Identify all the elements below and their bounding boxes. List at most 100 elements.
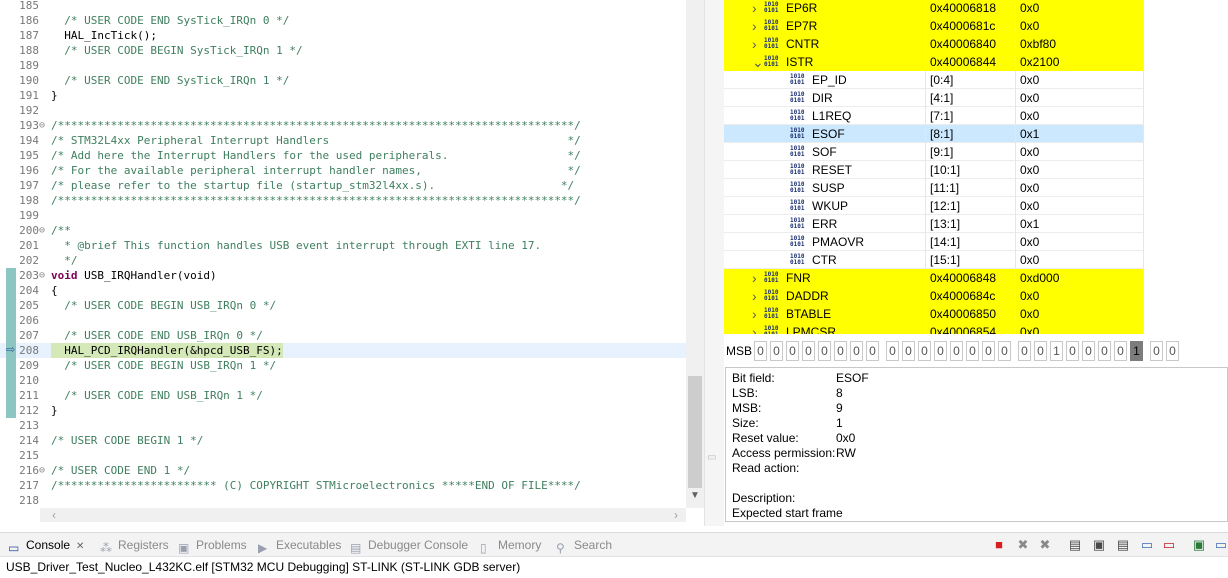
- fold-toggle-icon[interactable]: ⊖: [39, 223, 45, 238]
- show-on-output-icon[interactable]: ▭: [1138, 536, 1156, 554]
- show-on-error-icon[interactable]: ▭: [1160, 536, 1178, 554]
- remove-launch-icon[interactable]: ✖: [1014, 536, 1032, 554]
- code-text: void USB_IRQHandler(void): [51, 268, 217, 283]
- bit-cell[interactable]: 0: [934, 341, 947, 361]
- register-row[interactable]: 1010 0101 PMAOVR [14:1] 0x0: [724, 233, 1228, 251]
- close-icon[interactable]: ✕: [76, 541, 84, 552]
- register-row[interactable]: 1010 0101 CTR [15:1] 0x0: [724, 251, 1228, 269]
- register-row[interactable]: › 1010 0101 DADDR 0x4000684c 0x0: [724, 287, 1228, 305]
- expand-chevron-icon[interactable]: ›: [752, 35, 757, 53]
- bit-cell[interactable]: 0: [1114, 341, 1127, 361]
- tab-search[interactable]: ⚲ Search: [556, 536, 612, 555]
- tab-debugger-console[interactable]: ▤ Debugger Console: [350, 536, 468, 555]
- register-address: [8:1]: [926, 125, 1016, 143]
- word-wrap-icon[interactable]: ▤: [1114, 536, 1132, 554]
- expand-chevron-icon[interactable]: ›: [752, 305, 757, 323]
- register-row[interactable]: 1010 0101 ESOF [8:1] 0x1: [724, 125, 1228, 143]
- register-row[interactable]: › 1010 0101 EP6R 0x40006818 0x0: [724, 0, 1228, 17]
- bit-cell[interactable]: 1: [1130, 341, 1143, 361]
- bit-cell[interactable]: 0: [1018, 341, 1031, 361]
- bit-cell[interactable]: 0: [850, 341, 863, 361]
- detail-key: MSB:: [732, 401, 762, 415]
- register-cells: ⌄ 1010 0101 ISTR 0x40006844 0x2100: [724, 53, 1144, 71]
- register-row[interactable]: 1010 0101 SUSP [11:1] 0x0: [724, 179, 1228, 197]
- register-row[interactable]: ⌄ 1010 0101 ISTR 0x40006844 0x2100: [724, 53, 1228, 71]
- register-row[interactable]: 1010 0101 WKUP [12:1] 0x0: [724, 197, 1228, 215]
- bit-cell[interactable]: 0: [818, 341, 831, 361]
- code-editor[interactable]: 185 186 /* USER CODE END SysTick_IRQn 0 *…: [0, 0, 704, 526]
- register-row[interactable]: 1010 0101 RESET [10:1] 0x0: [724, 161, 1228, 179]
- collapse-chevron-icon[interactable]: ⌄: [752, 53, 764, 71]
- register-row[interactable]: 1010 0101 ERR [13:1] 0x1: [724, 215, 1228, 233]
- register-row[interactable]: › 1010 0101 EP7R 0x4000681c 0x0: [724, 17, 1228, 35]
- register-row[interactable]: › 1010 0101 BTABLE 0x40006850 0x0: [724, 305, 1228, 323]
- register-row[interactable]: › 1010 0101 CNTR 0x40006840 0xbf80: [724, 35, 1228, 53]
- register-row[interactable]: 1010 0101 SOF [9:1] 0x0: [724, 143, 1228, 161]
- tab-console[interactable]: ▭ Console ✕: [8, 536, 84, 555]
- expand-chevron-icon[interactable]: ›: [752, 0, 757, 17]
- register-row[interactable]: › 1010 0101 FNR 0x40006848 0xd000: [724, 269, 1228, 287]
- bit-cell[interactable]: 0: [1150, 341, 1163, 361]
- register-row[interactable]: 1010 0101 EP_ID [0:4] 0x0: [724, 71, 1228, 89]
- pane-splitter[interactable]: ▭: [704, 0, 724, 526]
- bit-cell[interactable]: 1: [1050, 341, 1063, 361]
- register-cells: › 1010 0101 FNR 0x40006848 0xd000: [724, 269, 1144, 287]
- register-row[interactable]: 1010 0101 L1REQ [7:1] 0x0: [724, 107, 1228, 125]
- tab-registers[interactable]: ⁂ Registers: [100, 536, 169, 555]
- register-cells: 1010 0101 ESOF [8:1] 0x1: [724, 125, 1144, 143]
- display-console-icon[interactable]: ▭: [1212, 536, 1228, 554]
- bit-cell[interactable]: 0: [802, 341, 815, 361]
- bit-cell[interactable]: 0: [950, 341, 963, 361]
- register-row[interactable]: 1010 0101 DIR [4:1] 0x0: [724, 89, 1228, 107]
- remove-all-icon[interactable]: ✖: [1036, 536, 1054, 554]
- editor-horizontal-scrollbar[interactable]: ‹ ›: [40, 508, 686, 522]
- fold-toggle-icon[interactable]: ⊖: [39, 463, 45, 478]
- pin-icon[interactable]: ▤: [1066, 536, 1084, 554]
- register-name-cell: 1010 0101 L1REQ: [724, 107, 926, 125]
- scroll-right-icon[interactable]: ›: [674, 508, 678, 522]
- scroll-lock-icon[interactable]: ▣: [1090, 536, 1108, 554]
- line-number: 191: [19, 89, 39, 102]
- scroll-left-icon[interactable]: ‹: [52, 508, 56, 522]
- register-name-cell: 1010 0101 PMAOVR: [724, 233, 926, 251]
- open-console-icon[interactable]: ▣: [1190, 536, 1208, 554]
- fold-toggle-icon[interactable]: ⊖: [39, 118, 45, 133]
- fold-toggle-icon[interactable]: ⊖: [39, 268, 45, 283]
- scroll-down-icon[interactable]: ▼: [690, 490, 700, 501]
- bit-cell[interactable]: 0: [866, 341, 879, 361]
- bit-cell[interactable]: 0: [786, 341, 799, 361]
- bit-cell[interactable]: 0: [754, 341, 767, 361]
- bit-cell[interactable]: 0: [1166, 341, 1179, 361]
- terminate-icon[interactable]: ■: [990, 536, 1008, 554]
- bit-cell[interactable]: 0: [1066, 341, 1079, 361]
- tab-executables[interactable]: ▶ Executables: [258, 536, 341, 555]
- register-row[interactable]: › 10100101 LPMCSR 0x400068540x0: [724, 323, 1228, 334]
- bit-cell[interactable]: 0: [1098, 341, 1111, 361]
- editor-vertical-scrollbar[interactable]: ▼: [686, 0, 704, 508]
- bit-cell[interactable]: 0: [834, 341, 847, 361]
- expand-chevron-icon[interactable]: ›: [752, 17, 757, 35]
- tab-problems[interactable]: ▣ Problems: [178, 536, 247, 555]
- bit-cell[interactable]: 0: [902, 341, 915, 361]
- scrollbar-thumb[interactable]: [688, 376, 702, 488]
- code-line: 212}: [0, 403, 704, 418]
- register-address: 0x40006854: [926, 323, 1016, 334]
- bit-cell[interactable]: 0: [918, 341, 931, 361]
- bit-cell[interactable]: 0: [1034, 341, 1047, 361]
- expand-chevron-icon[interactable]: ›: [752, 323, 757, 334]
- register-name-cell: 1010 0101 ERR: [724, 215, 926, 233]
- keyword: void: [51, 269, 85, 282]
- expand-chevron-icon[interactable]: ›: [752, 269, 757, 287]
- bit-cell[interactable]: 0: [770, 341, 783, 361]
- line-number: 214: [19, 434, 39, 447]
- bit-cell[interactable]: 0: [886, 341, 899, 361]
- bit-cell[interactable]: 0: [982, 341, 995, 361]
- detail-key: Expected start frame: [732, 506, 843, 520]
- splitter-grip-icon[interactable]: ▭: [707, 452, 717, 464]
- bit-cell[interactable]: 0: [1082, 341, 1095, 361]
- tab-memory[interactable]: ▯ Memory: [480, 536, 541, 555]
- register-name: ESOF: [812, 127, 845, 141]
- bit-cell[interactable]: 0: [998, 341, 1011, 361]
- expand-chevron-icon[interactable]: ›: [752, 287, 757, 305]
- bit-cell[interactable]: 0: [966, 341, 979, 361]
